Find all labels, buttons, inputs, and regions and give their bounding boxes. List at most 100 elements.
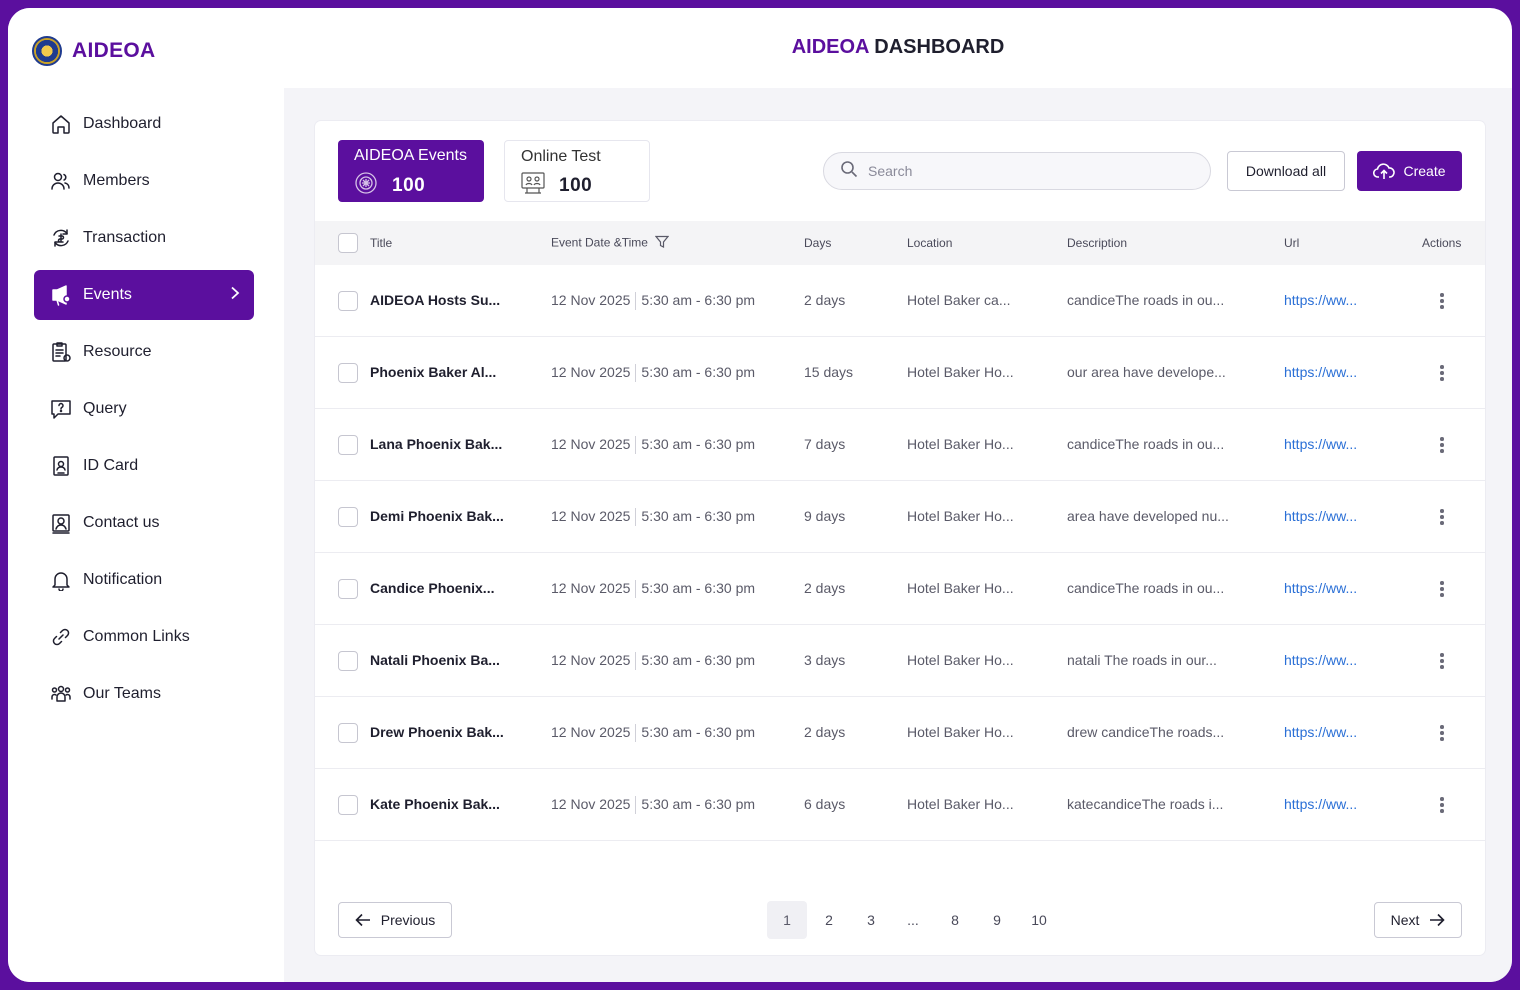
more-actions-icon[interactable]	[1439, 365, 1445, 383]
row-checkbox[interactable]	[338, 723, 358, 743]
select-all-checkbox[interactable]	[338, 233, 358, 253]
create-label: Create	[1403, 163, 1446, 179]
header-location: Location	[907, 236, 953, 250]
row-checkbox[interactable]	[338, 363, 358, 383]
table-row[interactable]: Natali Phoenix Ba... 12 Nov 2025 5:30 am -…	[315, 625, 1485, 697]
stat-aideoa-events[interactable]: AIDEOA Events 100	[338, 140, 484, 202]
more-actions-icon[interactable]	[1439, 581, 1445, 599]
event-datetime: 12 Nov 2025 5:30 am - 6:30 pm	[551, 724, 755, 743]
event-title[interactable]: AIDEOA Hosts Su...	[370, 292, 500, 308]
search-input[interactable]	[868, 163, 1188, 179]
event-datetime: 12 Nov 2025 5:30 am - 6:30 pm	[551, 436, 755, 455]
more-actions-icon[interactable]	[1439, 797, 1445, 815]
next-button[interactable]: Next	[1374, 902, 1462, 938]
sidebar-item-label: Our Teams	[83, 685, 161, 702]
table-row[interactable]: Phoenix Baker Al... 12 Nov 2025 5:30 am - …	[315, 337, 1485, 409]
event-title[interactable]: Kate Phoenix Bak...	[370, 796, 500, 812]
sidebar-item-our-teams[interactable]: Our Teams	[34, 669, 254, 719]
event-title[interactable]: Phoenix Baker Al...	[370, 364, 496, 380]
event-url-link[interactable]: https://ww...	[1284, 292, 1357, 308]
event-title[interactable]: Drew Phoenix Bak...	[370, 724, 504, 740]
sidebar-item-label: Notification	[83, 571, 163, 588]
page-button[interactable]: 9	[977, 901, 1017, 939]
previous-button[interactable]: Previous	[338, 902, 452, 938]
stat-online-test[interactable]: Online Test 100	[504, 140, 650, 202]
sidebar-item-resource[interactable]: Resource	[34, 327, 254, 377]
event-time: 5:30 am - 6:30 pm	[641, 292, 756, 308]
row-checkbox[interactable]	[338, 435, 358, 455]
page-title: AIDEOA DASHBOARD	[284, 36, 1512, 59]
event-description: candiceThe roads in ou...	[1067, 292, 1225, 308]
divider	[635, 436, 637, 455]
event-title[interactable]: Candice Phoenix...	[370, 580, 494, 596]
more-actions-icon[interactable]	[1439, 653, 1445, 671]
megaphone-icon	[50, 284, 72, 306]
table-row[interactable]: Kate Phoenix Bak... 12 Nov 2025 5:30 am - …	[315, 769, 1485, 841]
event-url-link[interactable]: https://ww...	[1284, 580, 1357, 596]
event-title[interactable]: Demi Phoenix Bak...	[370, 508, 504, 524]
header-url: Url	[1284, 236, 1300, 250]
event-url-link[interactable]: https://ww...	[1284, 364, 1357, 380]
sidebar-item-common-links[interactable]: Common Links	[34, 612, 254, 662]
event-date: 12 Nov 2025	[551, 652, 631, 668]
table-row[interactable]: AIDEOA Hosts Su... 12 Nov 2025 5:30 am - 6…	[315, 265, 1485, 337]
sidebar-item-members[interactable]: Members	[34, 156, 254, 206]
download-all-button[interactable]: Download all	[1227, 151, 1345, 191]
event-location: Hotel Baker Ho...	[907, 580, 1014, 596]
event-url-link[interactable]: https://ww...	[1284, 508, 1357, 524]
sidebar: AIDEOA Dashboard Members Transaction Events…	[8, 8, 284, 982]
more-actions-icon[interactable]	[1439, 293, 1445, 311]
table-row[interactable]: Drew Phoenix Bak... 12 Nov 2025 5:30 am - …	[315, 697, 1485, 769]
page-button[interactable]: 1	[767, 901, 807, 939]
sidebar-nav: Dashboard Members Transaction Events Resourc…	[34, 99, 254, 726]
event-title[interactable]: Natali Phoenix Ba...	[370, 652, 500, 668]
event-date: 12 Nov 2025	[551, 364, 631, 380]
page-button[interactable]: 3	[851, 901, 891, 939]
sidebar-item-dashboard[interactable]: Dashboard	[34, 99, 254, 149]
event-datetime: 12 Nov 2025 5:30 am - 6:30 pm	[551, 580, 755, 599]
row-checkbox[interactable]	[338, 795, 358, 815]
event-url-link[interactable]: https://ww...	[1284, 724, 1357, 740]
event-description: area have developed nu...	[1067, 508, 1229, 524]
event-time: 5:30 am - 6:30 pm	[641, 796, 756, 812]
event-title[interactable]: Lana Phoenix Bak...	[370, 436, 502, 452]
event-location: Hotel Baker ca...	[907, 292, 1011, 308]
sidebar-item-contact-us[interactable]: Contact us	[34, 498, 254, 548]
create-button[interactable]: Create	[1357, 151, 1462, 191]
logo[interactable]: AIDEOA	[32, 36, 155, 66]
sidebar-item-events[interactable]: Events	[34, 270, 254, 320]
event-days: 3 days	[804, 652, 846, 668]
table-row[interactable]: Candice Phoenix... 12 Nov 2025 5:30 am - 6…	[315, 553, 1485, 625]
row-checkbox[interactable]	[338, 579, 358, 599]
sidebar-item-id-card[interactable]: ID Card	[34, 441, 254, 491]
events-card: AIDEOA Events 100 Online Test 100 Search…	[315, 121, 1485, 955]
row-checkbox[interactable]	[338, 291, 358, 311]
table-row[interactable]: Demi Phoenix Bak... 12 Nov 2025 5:30 am - …	[315, 481, 1485, 553]
more-actions-icon[interactable]	[1439, 725, 1445, 743]
table-row[interactable]: Lana Phoenix Bak... 12 Nov 2025 5:30 am - …	[315, 409, 1485, 481]
filter-icon[interactable]	[655, 235, 670, 252]
row-checkbox[interactable]	[338, 651, 358, 671]
event-url-link[interactable]: https://ww...	[1284, 796, 1357, 812]
sidebar-item-transaction[interactable]: Transaction	[34, 213, 254, 263]
header-title: Title	[370, 236, 393, 250]
main-content: AIDEOA Events 100 Online Test 100 Search…	[284, 88, 1512, 982]
row-checkbox[interactable]	[338, 507, 358, 527]
sidebar-item-query[interactable]: Query	[34, 384, 254, 434]
event-url-link[interactable]: https://ww...	[1284, 652, 1357, 668]
more-actions-icon[interactable]	[1439, 509, 1445, 527]
page-button[interactable]: 10	[1019, 901, 1059, 939]
more-actions-icon[interactable]	[1439, 437, 1445, 455]
sidebar-item-label: Common Links	[83, 628, 190, 645]
page-button[interactable]: 2	[809, 901, 849, 939]
event-url-link[interactable]: https://ww...	[1284, 436, 1357, 452]
page-button[interactable]: 8	[935, 901, 975, 939]
sidebar-item-notification[interactable]: Notification	[34, 555, 254, 605]
header-date[interactable]: Event Date &Time	[551, 235, 670, 252]
search-box[interactable]	[823, 152, 1211, 190]
event-description: drew candiceThe roads...	[1067, 724, 1225, 740]
divider	[635, 292, 637, 311]
sidebar-item-label: ID Card	[83, 457, 139, 474]
event-datetime: 12 Nov 2025 5:30 am - 6:30 pm	[551, 292, 756, 311]
team-icon	[50, 683, 72, 705]
